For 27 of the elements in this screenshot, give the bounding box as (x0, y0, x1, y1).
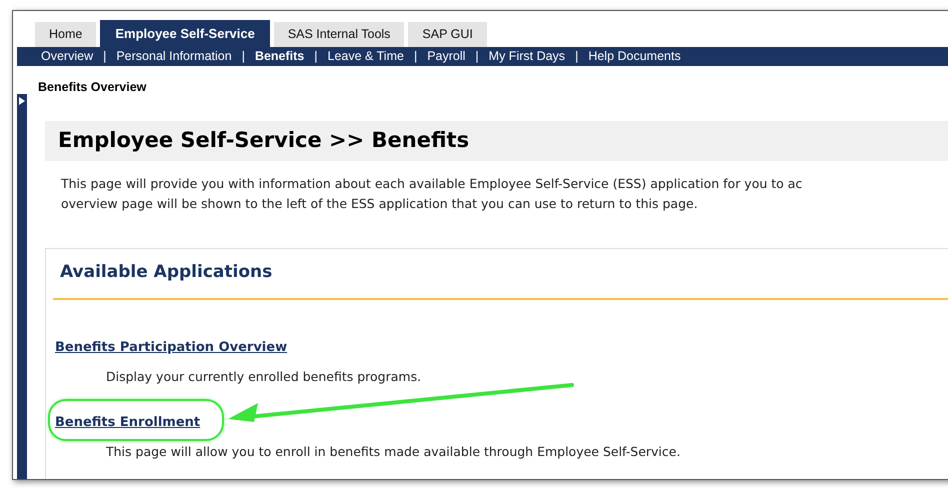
separator: | (412, 48, 418, 65)
application-link[interactable]: Benefits Enrollment (55, 415, 200, 430)
nav-link[interactable]: Leave & Time (328, 47, 404, 66)
tab[interactable]: Employee Self-Service (100, 20, 270, 47)
breadcrumb: Benefits Overview (37, 78, 148, 96)
application-link[interactable]: Benefits Participation Overview (55, 340, 288, 354)
nav-link[interactable]: Benefits (254, 47, 304, 66)
nav-link[interactable]: Help Documents (588, 47, 681, 66)
separator: | (574, 48, 580, 65)
nav-link[interactable]: Personal Information (116, 47, 232, 66)
nav-link[interactable]: Payroll (427, 47, 466, 66)
expand-arrow-icon[interactable] (19, 96, 25, 105)
separator: | (240, 48, 246, 65)
tab[interactable]: Home (35, 22, 96, 47)
tab[interactable]: SAP GUI (408, 22, 487, 47)
section-title: Available Applications (59, 261, 274, 284)
intro-text: overview page will be shown to the left of the ESS application that you can use to return to this page. (61, 194, 699, 213)
nav-link[interactable]: Overview (41, 47, 94, 66)
page-title: Employee Self-Service >> Benefits (45, 120, 948, 160)
application-description: This page will allow you to enroll in benefits made available through Employee Self-Service. (105, 443, 682, 462)
tab[interactable]: SAS Internal Tools (274, 22, 404, 47)
intro-text: This page will provide you with information about each available Employee Self-Service (ESS) application for you to ac (61, 174, 804, 193)
separator: | (102, 48, 108, 65)
separator: | (474, 48, 480, 65)
nav-link[interactable]: My First Days (488, 47, 566, 66)
application-description: Display your currently enrolled benefits programs. (105, 368, 422, 386)
separator: | (313, 48, 319, 65)
